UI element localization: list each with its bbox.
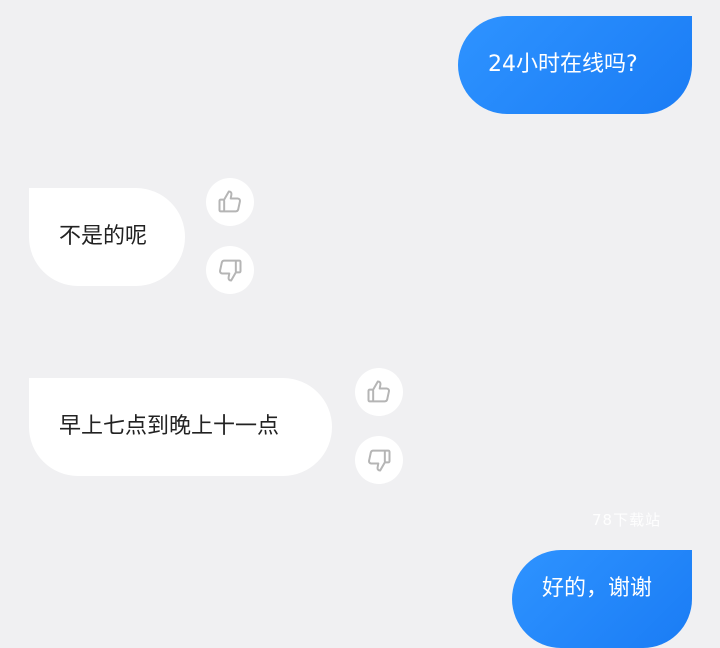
- like-button[interactable]: [206, 178, 254, 226]
- thumbs-down-icon: [368, 449, 391, 472]
- watermark-text: 78下载站: [592, 511, 662, 529]
- thumbs-down-icon: [219, 259, 242, 282]
- dislike-button[interactable]: [206, 246, 254, 294]
- thumbs-up-icon: [218, 190, 241, 213]
- message-text: 早上七点到晚上十一点: [59, 414, 280, 439]
- bot-message-bubble[interactable]: 不是的呢: [29, 188, 185, 286]
- chat-transcript: 24小时在线吗? 不是的呢 早上七点到晚上十一点 78下载站 好的，谢谢: [0, 0, 720, 648]
- like-button[interactable]: [355, 368, 403, 416]
- user-message-bubble[interactable]: 24小时在线吗?: [458, 16, 692, 114]
- thumbs-up-icon: [367, 380, 390, 403]
- message-text: 好的，谢谢: [542, 576, 653, 601]
- message-text: 不是的呢: [59, 224, 148, 249]
- bot-message-bubble[interactable]: 早上七点到晚上十一点: [29, 378, 332, 476]
- user-message-bubble[interactable]: 好的，谢谢: [512, 550, 692, 648]
- message-text: 24小时在线吗?: [488, 52, 638, 77]
- dislike-button[interactable]: [355, 436, 403, 484]
